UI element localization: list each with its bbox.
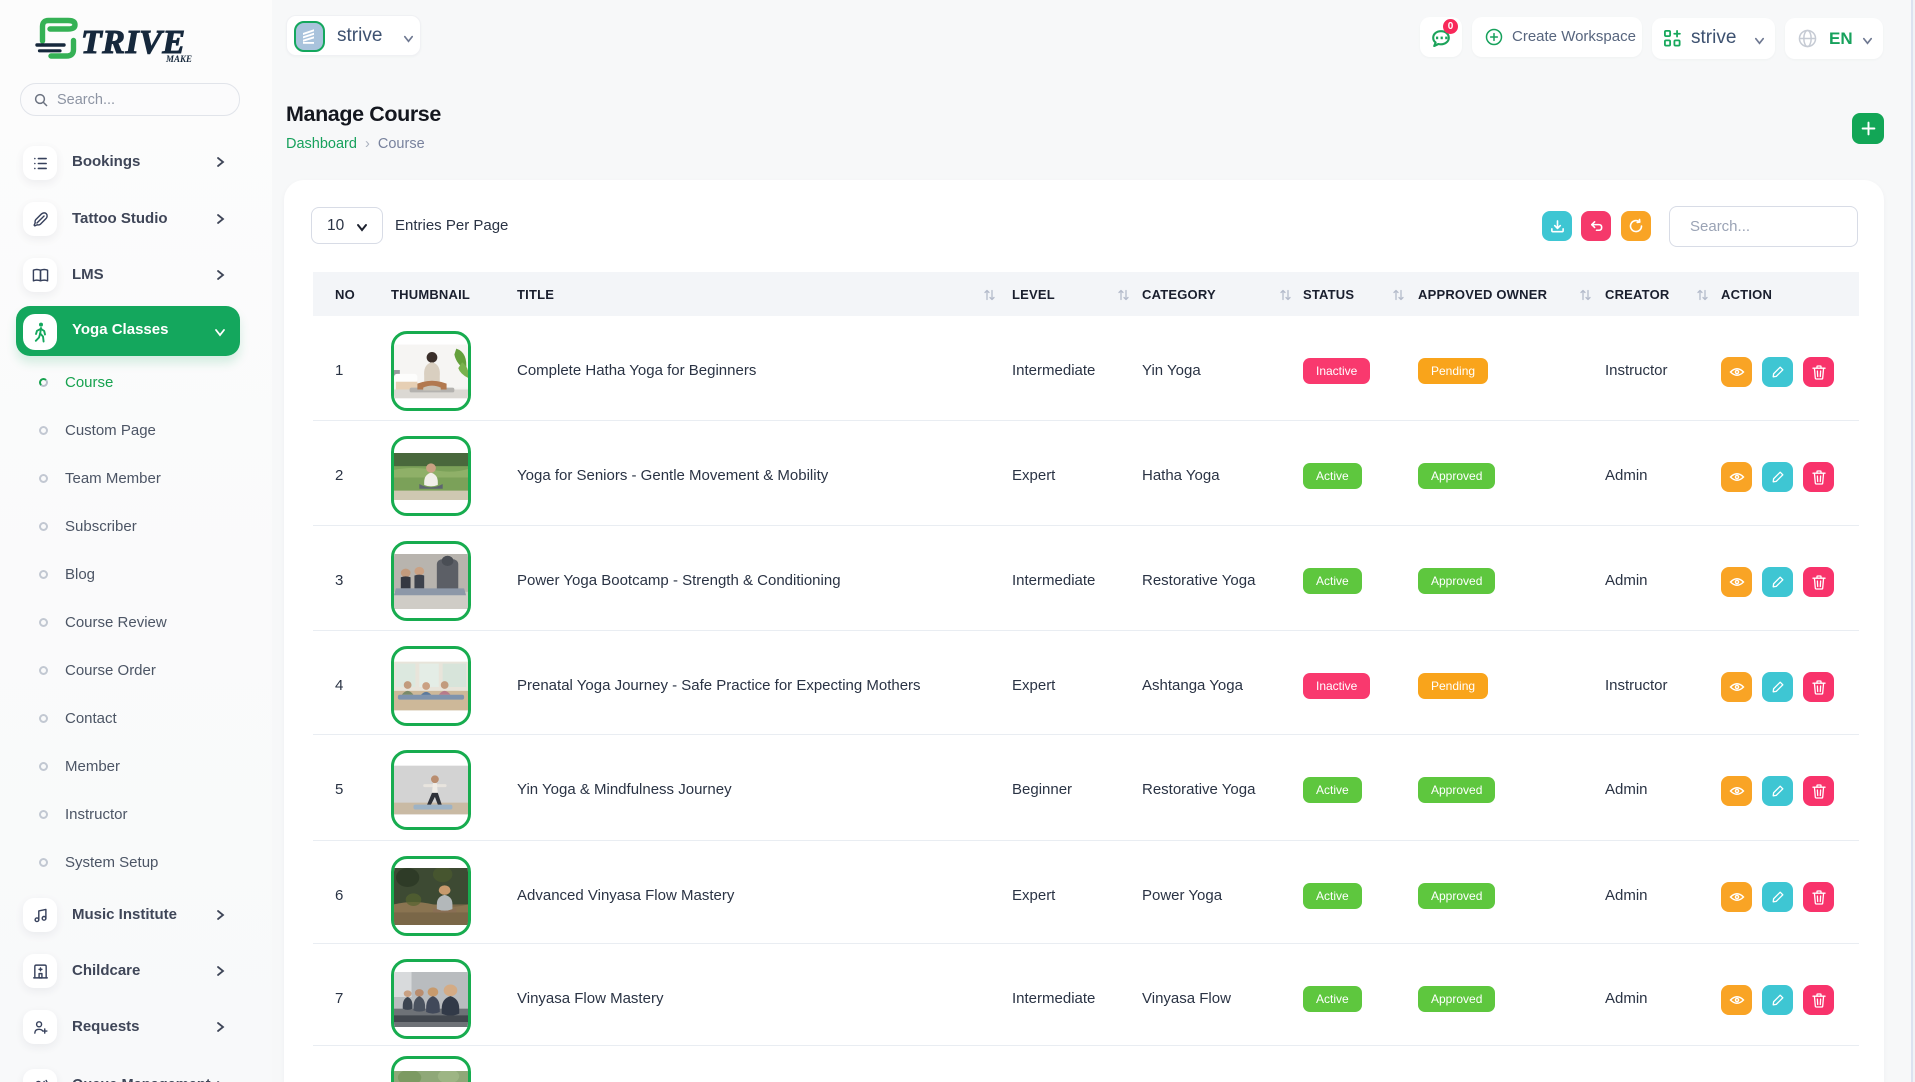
svg-text:MAKE: MAKE	[165, 54, 192, 64]
